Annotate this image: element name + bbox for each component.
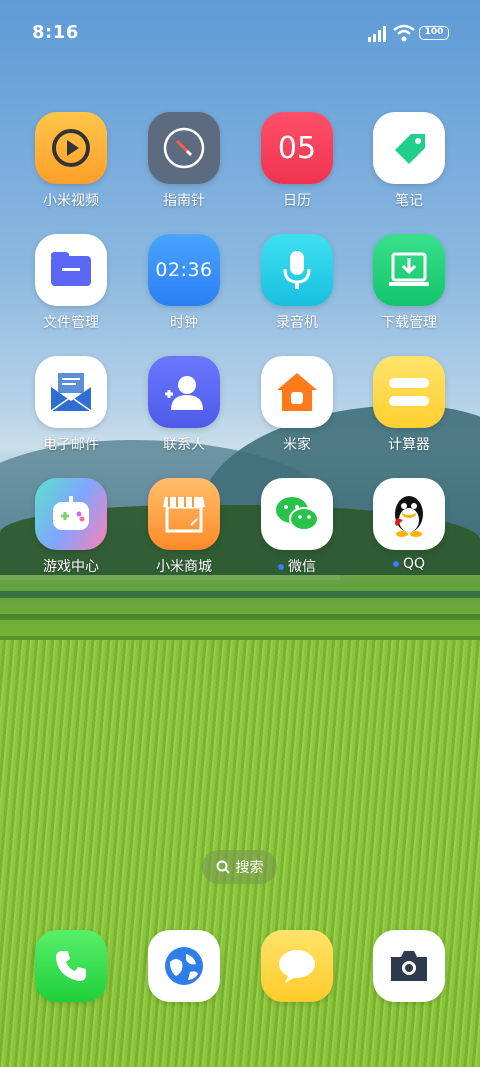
messages-icon <box>261 930 333 1002</box>
dock-messages[interactable] <box>241 930 353 1002</box>
dock-camera[interactable] <box>353 930 465 1002</box>
app-compass[interactable]: 指南针 <box>128 112 240 210</box>
app-file-manager[interactable]: 文件管理 <box>15 234 127 332</box>
video-icon <box>35 112 107 184</box>
app-downloads[interactable]: 下载管理 <box>353 234 465 332</box>
app-game-center[interactable]: 游戏中心 <box>15 478 127 576</box>
new-badge-dot <box>392 561 399 567</box>
gamepad-icon <box>35 478 107 550</box>
app-wechat[interactable]: 微信 <box>241 478 353 576</box>
app-recorder[interactable]: 录音机 <box>241 234 353 332</box>
app-email[interactable]: 电子邮件 <box>15 356 127 454</box>
app-qq[interactable]: QQ <box>353 478 465 572</box>
download-icon <box>373 234 445 306</box>
app-notes[interactable]: 笔记 <box>353 112 465 210</box>
wifi-icon <box>393 24 415 42</box>
app-calculator[interactable]: 计算器 <box>353 356 465 454</box>
app-calendar[interactable]: 05 日历 <box>241 112 353 210</box>
contacts-icon <box>148 356 220 428</box>
dock-browser[interactable] <box>128 930 240 1002</box>
app-mi-store[interactable]: 小米商城 <box>128 478 240 576</box>
folder-icon <box>35 234 107 306</box>
new-badge-dot <box>278 564 284 570</box>
browser-icon <box>148 930 220 1002</box>
battery-indicator: 100 <box>419 26 449 40</box>
store-icon <box>148 478 220 550</box>
app-contacts[interactable]: 联系人 <box>128 356 240 454</box>
email-icon <box>35 356 107 428</box>
search-icon <box>216 860 230 874</box>
app-mi-home[interactable]: 米家 <box>241 356 353 454</box>
home-icon <box>261 356 333 428</box>
status-bar: 8:16 100 <box>0 0 480 68</box>
qq-penguin-icon <box>373 478 445 550</box>
wechat-icon <box>261 478 333 550</box>
search-button[interactable]: 搜索 <box>202 850 277 884</box>
camera-icon <box>373 930 445 1002</box>
compass-icon <box>148 112 220 184</box>
clock: 8:16 <box>32 22 79 43</box>
notes-icon <box>373 112 445 184</box>
phone-icon <box>35 930 107 1002</box>
calculator-icon <box>373 356 445 428</box>
microphone-icon <box>261 234 333 306</box>
app-clock[interactable]: 02:36 时钟 <box>128 234 240 332</box>
dock-phone[interactable] <box>15 930 127 1002</box>
signal-icon <box>368 26 386 42</box>
app-xiaomi-video[interactable]: 小米视频 <box>15 112 127 210</box>
clock-icon: 02:36 <box>148 234 220 306</box>
calendar-icon: 05 <box>261 112 333 184</box>
